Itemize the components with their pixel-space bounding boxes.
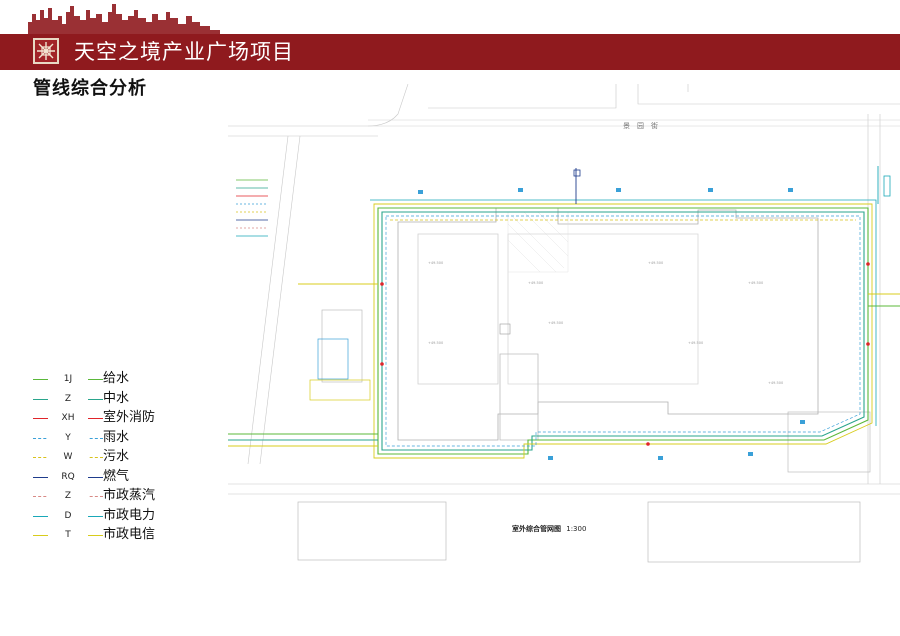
caption-title: 室外综合管网图	[512, 525, 561, 533]
legend-item: W 污水	[33, 449, 213, 469]
caption-scale: 1:300	[566, 525, 587, 533]
legend-label: 市政电信	[103, 527, 156, 542]
legend-label: 市政蒸汽	[103, 488, 156, 503]
svg-text:+49.500: +49.500	[648, 261, 663, 265]
legend-label: 室外消防	[103, 410, 156, 425]
legend-code: 1J	[48, 372, 88, 386]
drawing-caption: 室外综合管网图 1:300	[512, 524, 586, 534]
legend-item: RQ 燃气	[33, 469, 213, 489]
svg-text:+49.500: +49.500	[428, 261, 443, 265]
svg-text:+49.500: +49.500	[428, 341, 443, 345]
legend-item: D 市政电力	[33, 508, 213, 528]
skyline-decoration	[28, 4, 220, 34]
pipeline-legend: 1J 给水 Z 中水 XH 室外消防 Y 雨水 W 污水 RQ 燃气 Z 市政蒸…	[33, 371, 213, 547]
legend-item: 1J 给水	[33, 371, 213, 391]
legend-item: Z 市政蒸汽	[33, 488, 213, 508]
legend-label: 污水	[103, 449, 130, 464]
legend-item: Y 雨水	[33, 430, 213, 450]
site-plan-drawing: 景 园 街 +49.500 +49.500 +49.500 +49.500 +4…	[228, 84, 900, 563]
svg-text:+49.500: +49.500	[548, 321, 563, 325]
legend-label: 燃气	[103, 468, 130, 484]
legend-label: 给水	[103, 371, 130, 386]
legend-code: RQ	[48, 469, 88, 484]
svg-text:+49.500: +49.500	[768, 381, 783, 385]
legend-code: Z	[48, 489, 88, 503]
svg-text:+49.500: +49.500	[528, 281, 543, 285]
legend-label: 市政电力	[103, 507, 156, 523]
page-subtitle: 管线综合分析	[33, 78, 147, 99]
legend-item: XH 室外消防	[33, 410, 213, 430]
legend-item: Z 中水	[33, 391, 213, 411]
logo-icon	[33, 38, 59, 64]
legend-code: T	[48, 528, 88, 542]
legend-item: T 市政电信	[33, 527, 213, 547]
legend-label: 中水	[103, 390, 130, 406]
street-label: 景 园 街	[623, 121, 658, 130]
svg-text:+49.500: +49.500	[748, 281, 763, 285]
legend-code: W	[48, 450, 88, 464]
legend-code: D	[48, 508, 88, 523]
legend-code: XH	[48, 411, 88, 425]
svg-text:+49.500: +49.500	[688, 341, 703, 345]
legend-code: Z	[48, 391, 88, 406]
legend-label: 雨水	[103, 429, 130, 445]
legend-code: Y	[48, 430, 88, 445]
project-title: 天空之境产业广场项目	[74, 40, 294, 64]
